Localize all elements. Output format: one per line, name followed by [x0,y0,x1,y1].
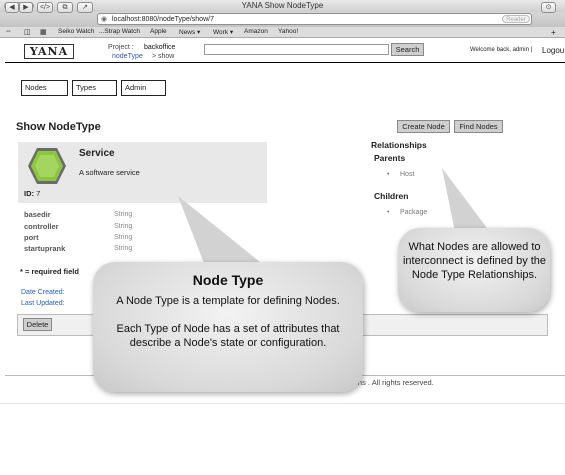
callout-title: Node Type [192,272,264,288]
relationships-callout-text: What Nodes are allowed to interconnect i… [402,241,547,281]
callout-line-2: Each Type of Node has a set of attribute… [116,323,340,349]
callout-line-1: A Node Type is a template for defining N… [116,295,340,307]
